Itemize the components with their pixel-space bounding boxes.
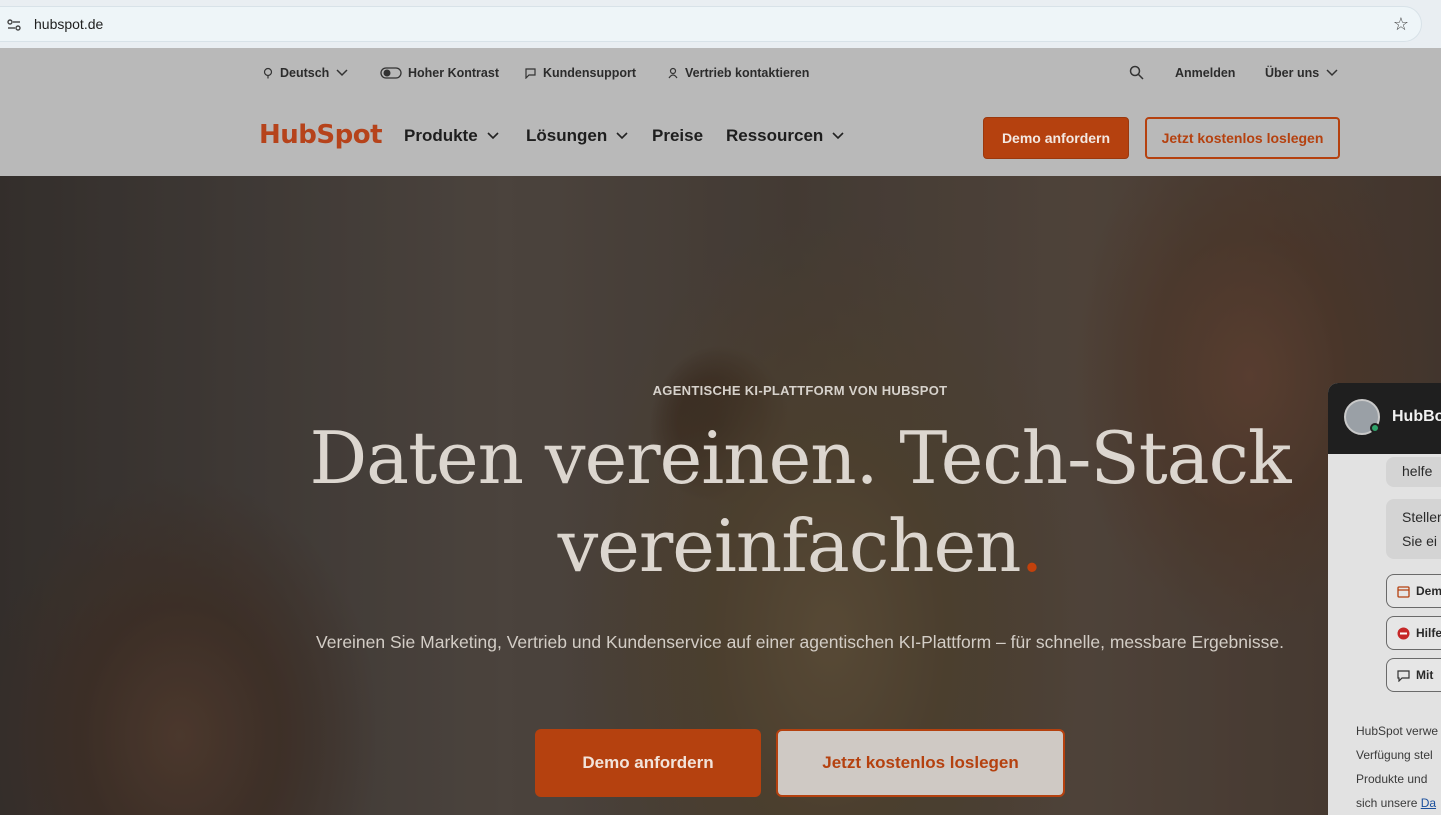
support-link[interactable]: Kundensupport <box>524 66 636 80</box>
chevron-down-icon <box>336 69 348 77</box>
hero-subtitle: Vereinen Sie Marketing, Vertrieb und Kun… <box>316 632 1284 652</box>
chat-option-label: Mit <box>1416 668 1434 682</box>
chat-option-contact[interactable]: Mit <box>1386 658 1441 692</box>
chat-title: HubBo <box>1392 408 1441 425</box>
person-icon <box>668 67 678 79</box>
site-header: Deutsch Hoher Kontrast Kundensupport Ver… <box>0 48 1441 176</box>
search-button[interactable] <box>1129 65 1144 80</box>
chat-option-label: Hilfe <box>1416 626 1441 640</box>
address-bar[interactable]: hubspot.de ☆ <box>0 6 1422 42</box>
hero-headline-dot: . <box>1020 504 1044 588</box>
high-contrast-toggle[interactable]: Hoher Kontrast <box>380 66 499 80</box>
chat-message-line: Sie ei <box>1402 533 1438 549</box>
chat-widget[interactable]: HubBo helfe Steller Sie ei Dem Hilfe Mit… <box>1328 383 1441 815</box>
high-contrast-label: Hoher Kontrast <box>408 66 499 80</box>
chat-option-label: Dem <box>1416 584 1441 598</box>
privacy-line: HubSpot verwe <box>1356 724 1439 738</box>
toggle-icon <box>380 67 402 79</box>
chat-privacy-notice: HubSpot verwe Verfügung stel Produkte un… <box>1356 719 1441 815</box>
about-label: Über uns <box>1265 66 1320 80</box>
privacy-line: sich unsere Da <box>1356 791 1441 815</box>
demo-request-button[interactable]: Demo anfordern <box>983 117 1129 159</box>
login-label: Anmelden <box>1175 66 1236 80</box>
chevron-down-icon <box>832 132 844 140</box>
privacy-policy-link[interactable]: Da <box>1421 796 1436 810</box>
language-label: Deutsch <box>280 66 330 80</box>
chat-message: Steller Sie ei <box>1386 499 1441 559</box>
chat-option-help[interactable]: Hilfe <box>1386 616 1441 650</box>
nav-item-loesungen[interactable]: Lösungen <box>526 126 629 146</box>
hero-eyebrow-text: AGENTISCHE KI-PLATTFORM VON HUBSPOT <box>652 383 948 398</box>
nav-item-preise[interactable]: Preise <box>652 126 703 146</box>
chat-message-line: Steller <box>1402 509 1441 525</box>
support-label: Kundensupport <box>543 66 637 80</box>
nav-item-label: Produkte <box>404 126 478 145</box>
nav-item-label: Preise <box>652 126 704 145</box>
sales-contact-label: Vertrieb kontaktieren <box>685 66 810 80</box>
hero-headline-line2-text: vereinfachen <box>557 504 1022 588</box>
hubspot-logo[interactable]: HubSpot <box>259 120 383 150</box>
main-nav: HubSpot Produkte Lösungen Preise Ressour… <box>0 100 1441 176</box>
online-status-indicator <box>1370 423 1380 433</box>
nav-item-label: Lösungen <box>526 126 608 145</box>
message-icon <box>1397 669 1410 682</box>
site-info-icon[interactable] <box>6 17 22 33</box>
nav-item-ressourcen[interactable]: Ressourcen <box>726 126 845 146</box>
hero-start-free-button[interactable]: Jetzt kostenlos loslegen <box>776 729 1065 797</box>
about-menu[interactable]: Über uns <box>1265 66 1339 80</box>
privacy-line-prefix: sich unsere <box>1356 796 1421 810</box>
chevron-down-icon <box>1326 69 1338 77</box>
hero-headline-line2: vereinfachen. <box>0 502 1441 590</box>
nav-item-produkte[interactable]: Produkte <box>404 126 500 146</box>
calendar-icon <box>1397 585 1410 598</box>
hero-headline-line1: Daten vereinen. Tech-Stack <box>309 416 1291 500</box>
bookmark-star-icon[interactable]: ☆ <box>1393 14 1409 35</box>
globe-icon <box>263 67 273 79</box>
chat-bubble-icon <box>525 68 536 79</box>
language-selector[interactable]: Deutsch <box>262 66 349 80</box>
login-link[interactable]: Anmelden <box>1175 66 1235 80</box>
privacy-line: Produkte und <box>1356 772 1428 786</box>
nav-item-label: Ressourcen <box>726 126 824 145</box>
hero-section: AGENTISCHE KI-PLATTFORM VON HUBSPOT Date… <box>0 176 1441 815</box>
search-icon <box>1129 65 1144 80</box>
hero-headline: Daten vereinen. Tech-Stack vereinfachen. <box>0 414 1441 590</box>
browser-toolbar: hubspot.de ☆ <box>0 0 1441 48</box>
url-text[interactable]: hubspot.de <box>34 16 103 32</box>
privacy-line: Verfügung stel <box>1356 748 1433 762</box>
utility-nav: Deutsch Hoher Kontrast Kundensupport Ver… <box>0 48 1441 100</box>
start-free-button[interactable]: Jetzt kostenlos loslegen <box>1145 117 1340 159</box>
hero-demo-button[interactable]: Demo anfordern <box>535 729 761 797</box>
chevron-down-icon <box>616 132 628 140</box>
chat-header: HubBo <box>1328 383 1441 454</box>
chat-option-demo[interactable]: Dem <box>1386 574 1441 608</box>
no-entry-icon <box>1397 627 1410 639</box>
chat-message: helfe <box>1386 457 1441 487</box>
chevron-down-icon <box>487 132 499 140</box>
sales-contact-link[interactable]: Vertrieb kontaktieren <box>667 66 809 80</box>
hero-eyebrow: AGENTISCHE KI-PLATTFORM VON HUBSPOT <box>0 383 1441 398</box>
